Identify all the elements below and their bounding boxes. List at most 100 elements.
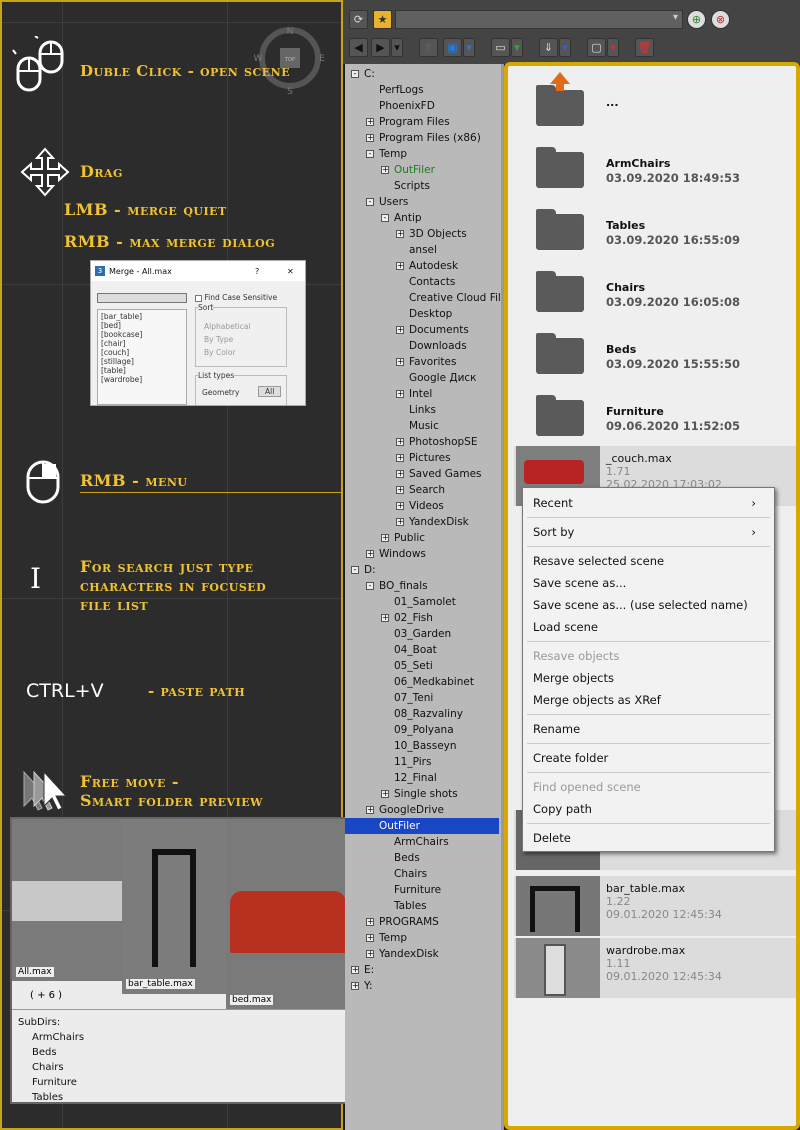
- tree-item[interactable]: Program Files (x86): [379, 130, 481, 146]
- favorites-icon[interactable]: ★: [373, 10, 392, 29]
- tree-item[interactable]: Single shots: [394, 786, 458, 802]
- tree-item[interactable]: Users: [379, 194, 408, 210]
- tree-item[interactable]: 02_Fish: [394, 610, 433, 626]
- expand-icon[interactable]: +: [396, 390, 404, 398]
- new-folder-icon[interactable]: ▢: [587, 38, 606, 57]
- tree-item[interactable]: Public: [394, 530, 425, 546]
- expand-icon[interactable]: +: [396, 454, 404, 462]
- menu-find-opened[interactable]: Find opened scene: [533, 778, 641, 796]
- tree-item[interactable]: Saved Games: [409, 466, 482, 482]
- expand-icon[interactable]: +: [351, 982, 359, 990]
- folder-tree[interactable]: - C: PerfLogs PhoenixFD + Program Files + Progr…: [345, 64, 501, 1130]
- expand-icon[interactable]: +: [366, 550, 374, 558]
- expand-icon[interactable]: +: [381, 166, 389, 174]
- tree-item[interactable]: Downloads: [409, 338, 467, 354]
- collapse-icon[interactable]: -: [366, 198, 374, 206]
- menu-load-scene[interactable]: Load scene: [533, 618, 598, 636]
- tree-item[interactable]: Antip: [394, 210, 422, 226]
- folder-item[interactable]: Chairs 03.09.2020 16:05:08: [514, 260, 796, 320]
- tree-item[interactable]: PhotoshopSE: [409, 434, 477, 450]
- collapse-icon[interactable]: -: [366, 582, 374, 590]
- open-dropdown-icon[interactable]: ▾: [511, 38, 523, 57]
- tree-item[interactable]: 10_Basseyn: [394, 738, 457, 754]
- tree-item[interactable]: C:: [364, 66, 375, 82]
- tree-item[interactable]: Autodesk: [409, 258, 458, 274]
- expand-icon[interactable]: +: [396, 486, 404, 494]
- tree-item[interactable]: OutFiler: [345, 818, 499, 834]
- tree-item[interactable]: BO_finals: [379, 578, 428, 594]
- tree-item[interactable]: Windows: [379, 546, 426, 562]
- expand-icon[interactable]: +: [396, 230, 404, 238]
- tree-item[interactable]: Contacts: [409, 274, 455, 290]
- tree-item[interactable]: E:: [364, 962, 374, 978]
- expand-icon[interactable]: +: [396, 518, 404, 526]
- collapse-icon[interactable]: -: [381, 214, 389, 222]
- merge-icon[interactable]: ⇓: [539, 38, 558, 57]
- add-icon[interactable]: ⊕: [687, 10, 706, 29]
- tree-item[interactable]: Search: [409, 482, 445, 498]
- tree-item[interactable]: Scripts: [394, 178, 430, 194]
- tree-item[interactable]: Intel: [409, 386, 432, 402]
- folder-item[interactable]: Beds 03.09.2020 15:55:50: [514, 322, 796, 382]
- tree-item[interactable]: Music: [409, 418, 439, 434]
- tree-item[interactable]: Temp: [379, 930, 407, 946]
- tree-item[interactable]: Desktop: [409, 306, 452, 322]
- history-dropdown-icon[interactable]: ▾: [391, 38, 403, 57]
- tree-item[interactable]: Tables: [394, 898, 427, 914]
- remove-icon[interactable]: ⊗: [711, 10, 730, 29]
- expand-icon[interactable]: +: [366, 134, 374, 142]
- expand-icon[interactable]: +: [396, 438, 404, 446]
- menu-resave-objects[interactable]: Resave objects: [533, 647, 620, 665]
- expand-icon[interactable]: +: [396, 262, 404, 270]
- open-icon[interactable]: ▭: [491, 38, 510, 57]
- tree-item[interactable]: ansel: [409, 242, 437, 258]
- tree-item[interactable]: 05_Seti: [394, 658, 433, 674]
- file-item[interactable]: wardrobe.max 1.11 09.01.2020 12:45:34: [514, 938, 796, 998]
- expand-icon[interactable]: +: [366, 918, 374, 926]
- folder-item[interactable]: Furniture 09.06.2020 11:52:05: [514, 384, 796, 444]
- menu-resave-scene[interactable]: Resave selected scene: [533, 552, 664, 570]
- menu-recent[interactable]: Recent ›: [533, 494, 766, 512]
- tree-item[interactable]: Links: [409, 402, 436, 418]
- tree-item[interactable]: PerfLogs: [379, 82, 424, 98]
- tree-item[interactable]: Beds: [394, 850, 420, 866]
- folder-item[interactable]: ...: [514, 72, 796, 134]
- tree-item[interactable]: 11_Pirs: [394, 754, 431, 770]
- tree-item[interactable]: 07_Teni: [394, 690, 433, 706]
- tree-item[interactable]: Documents: [409, 322, 469, 338]
- tree-item[interactable]: YandexDisk: [379, 946, 439, 962]
- tree-item[interactable]: Pictures: [409, 450, 451, 466]
- tree-item[interactable]: D:: [364, 562, 376, 578]
- menu-sort-by[interactable]: Sort by ›: [533, 523, 766, 541]
- expand-icon[interactable]: +: [366, 118, 374, 126]
- expand-icon[interactable]: +: [396, 358, 404, 366]
- menu-rename[interactable]: Rename: [533, 720, 580, 738]
- menu-copy-path[interactable]: Copy path: [533, 800, 592, 818]
- tree-item[interactable]: OutFiler: [394, 162, 435, 178]
- tree-item[interactable]: 08_Razvaliny: [394, 706, 463, 722]
- forward-icon[interactable]: ▶: [371, 38, 390, 57]
- up-folder-icon[interactable]: ⇧: [419, 38, 438, 57]
- tree-item[interactable]: 3D Objects: [409, 226, 467, 242]
- new-folder-dropdown-icon[interactable]: ▾: [607, 38, 619, 57]
- expand-icon[interactable]: +: [396, 326, 404, 334]
- tree-item[interactable]: 01_Samolet: [394, 594, 456, 610]
- tree-item[interactable]: 12_Final: [394, 770, 437, 786]
- tree-item[interactable]: Google Диск: [409, 370, 477, 386]
- tree-item[interactable]: Chairs: [394, 866, 427, 882]
- tree-item[interactable]: Temp: [379, 146, 407, 162]
- menu-save-as-selected[interactable]: Save scene as... (use selected name): [533, 596, 748, 614]
- tree-item[interactable]: ArmChairs: [394, 834, 449, 850]
- expand-icon[interactable]: +: [366, 934, 374, 942]
- tree-item[interactable]: PROGRAMS: [379, 914, 439, 930]
- trash-icon[interactable]: 🗑: [635, 38, 654, 57]
- menu-delete[interactable]: Delete: [533, 829, 571, 847]
- menu-merge-xref[interactable]: Merge objects as XRef: [533, 691, 661, 709]
- tree-item[interactable]: 03_Garden: [394, 626, 451, 642]
- save-icon[interactable]: ▣: [443, 38, 462, 57]
- menu-merge-objects[interactable]: Merge objects: [533, 669, 614, 687]
- tree-item[interactable]: 04_Boat: [394, 642, 437, 658]
- save-dropdown-icon[interactable]: ▾: [463, 38, 475, 57]
- collapse-icon[interactable]: -: [351, 566, 359, 574]
- refresh-icon[interactable]: ⟳: [349, 10, 368, 29]
